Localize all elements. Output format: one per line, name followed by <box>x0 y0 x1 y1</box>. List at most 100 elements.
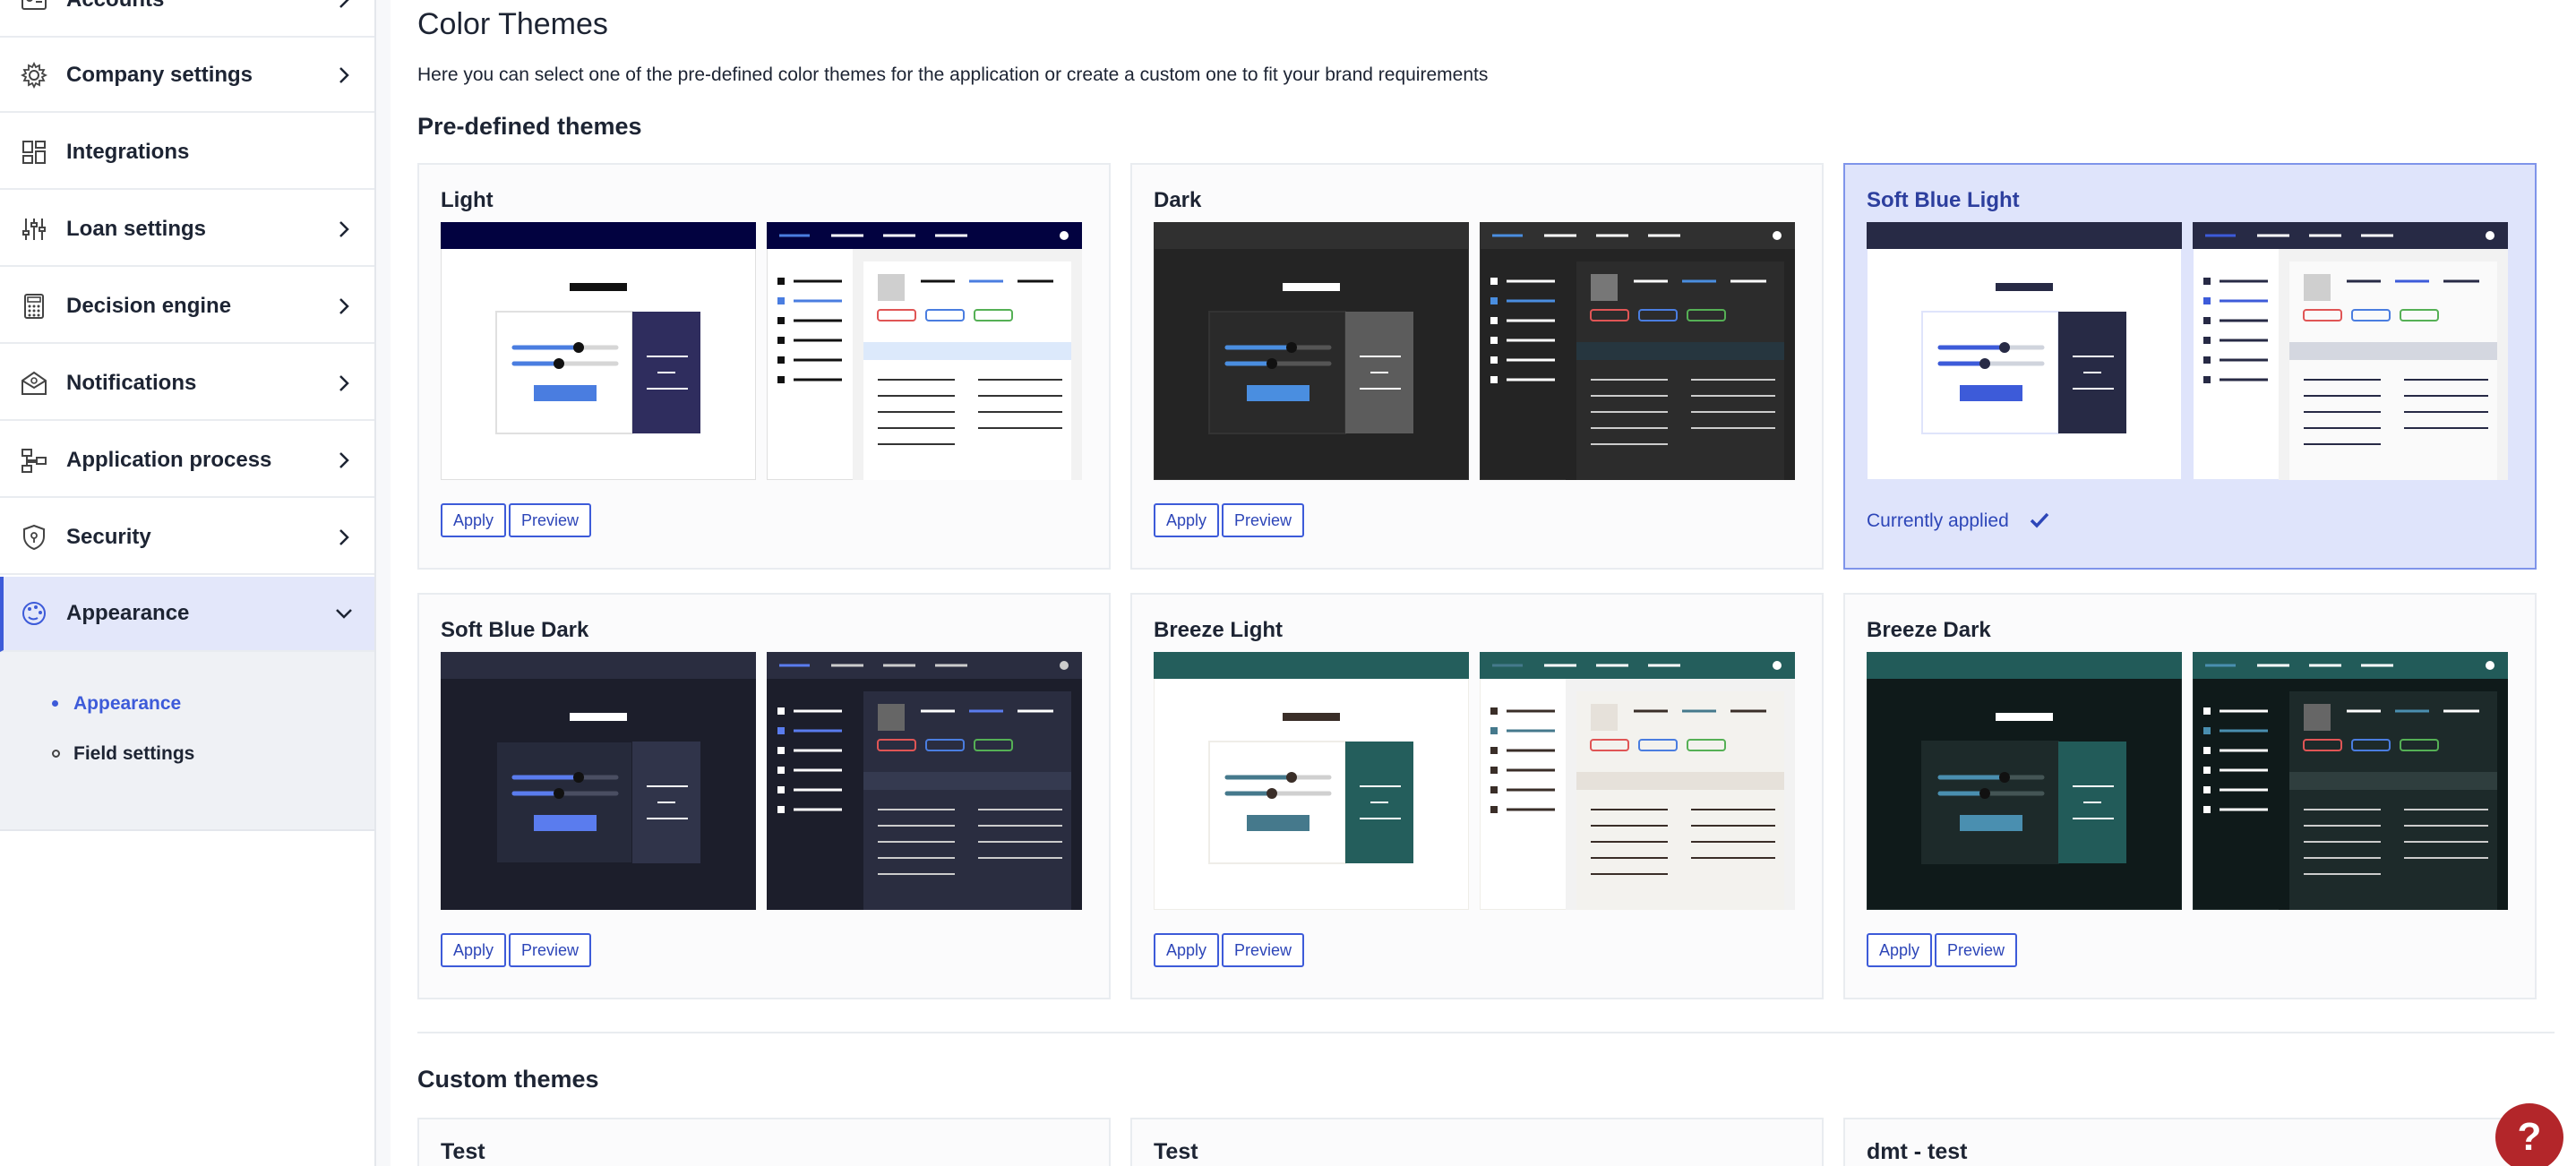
theme-preview-form <box>1154 652 1469 910</box>
envelope-icon <box>21 371 47 395</box>
theme-preview-form <box>1154 222 1469 480</box>
theme-name: Dark <box>1154 188 1202 212</box>
form-preview-illustration <box>441 222 756 480</box>
preview-button[interactable]: Preview <box>1935 933 2018 967</box>
sidebar-item-decision-engine[interactable]: Decision engine <box>0 270 374 344</box>
theme-preview-form <box>1867 652 2182 910</box>
theme-preview-form <box>441 652 756 910</box>
sidebar-item-label: Security <box>66 525 151 549</box>
sidebar-item-accounts[interactable]: Accounts <box>0 0 374 38</box>
theme-name: Breeze Dark <box>1867 618 1991 642</box>
id-card-icon <box>21 0 47 10</box>
custom-themes-title: Custom themes <box>417 1066 599 1093</box>
apply-button[interactable]: Apply <box>441 933 507 967</box>
theme-preview-dashboard <box>2193 222 2508 480</box>
preview-button[interactable]: Preview <box>1222 933 1305 967</box>
preview-button[interactable]: Preview <box>509 503 592 537</box>
main-content: Color Themes Here you can select one of … <box>391 0 2576 1166</box>
dashboard-preview-illustration <box>2193 652 2508 910</box>
chevron-right-icon <box>339 221 349 237</box>
theme-preview-dashboard <box>1480 652 1795 910</box>
subnav-item-label: Field settings <box>73 743 195 764</box>
sidebar-item-label: Notifications <box>66 371 197 395</box>
theme-card-breeze-light: Breeze Light Apply Preview <box>1130 593 1824 999</box>
dashboard-preview-illustration <box>767 652 1082 910</box>
subnav-item-field-settings[interactable]: Field settings <box>52 743 195 765</box>
sliders-icon <box>22 219 46 240</box>
theme-preview-dashboard <box>1480 222 1795 480</box>
sidebar-item-integrations[interactable]: Integrations <box>0 116 374 190</box>
check-icon <box>2030 512 2049 528</box>
theme-preview-dashboard <box>2193 652 2508 910</box>
form-preview-illustration <box>1867 222 2182 480</box>
sidebar-item-label: Integrations <box>66 140 190 164</box>
sidebar-item-label: Decision engine <box>66 294 232 318</box>
form-preview-illustration <box>1154 222 1469 480</box>
custom-theme-card: Test <box>417 1118 1111 1166</box>
dashboard-preview-illustration <box>1480 652 1795 910</box>
chevron-down-icon <box>336 609 352 619</box>
chevron-right-icon <box>339 67 349 83</box>
preview-button[interactable]: Preview <box>509 933 592 967</box>
theme-preview-form <box>441 222 756 480</box>
theme-name: Test <box>441 1139 485 1164</box>
theme-card-soft-blue-dark: Soft Blue Dark Apply Preview <box>417 593 1111 999</box>
theme-name: Breeze Light <box>1154 618 1284 642</box>
apply-button[interactable]: Apply <box>1154 503 1220 537</box>
chevron-right-icon <box>339 0 349 8</box>
shield-icon <box>23 524 45 551</box>
palette-icon <box>22 602 46 625</box>
theme-name: Soft Blue Dark <box>441 618 589 642</box>
custom-theme-card: dmt - test <box>1843 1118 2537 1166</box>
section-divider <box>417 1032 2555 1033</box>
sidebar-item-appearance[interactable]: Appearance <box>0 577 374 652</box>
chevron-right-icon <box>339 375 349 391</box>
sidebar-item-label: Appearance <box>66 601 190 625</box>
sidebar-item-company-settings[interactable]: Company settings <box>0 39 374 113</box>
subnav-item-appearance[interactable]: Appearance <box>52 693 182 715</box>
sidebar-subnav: Appearance Field settings <box>0 652 374 831</box>
sidebar-item-notifications[interactable]: Notifications <box>0 347 374 421</box>
custom-theme-card: Test <box>1130 1118 1824 1166</box>
subnav-item-label: Appearance <box>73 693 182 714</box>
sidebar-item-application-process[interactable]: Application process <box>0 424 374 498</box>
dashboard-preview-illustration <box>767 222 1082 480</box>
page-description: Here you can select one of the pre-defin… <box>417 64 1489 85</box>
chevron-right-icon <box>339 298 349 314</box>
form-preview-illustration <box>1867 652 2182 910</box>
grid-icon <box>22 141 46 164</box>
calculator-icon <box>24 294 44 319</box>
sidebar-item-label: Loan settings <box>66 217 207 241</box>
apply-button[interactable]: Apply <box>441 503 507 537</box>
form-preview-illustration <box>441 652 756 910</box>
theme-card-light: Light Apply Preview <box>417 163 1111 570</box>
help-button[interactable]: ? <box>2495 1103 2563 1166</box>
theme-card-dark: Dark Apply Preview <box>1130 163 1824 570</box>
dashboard-preview-illustration <box>2193 222 2508 480</box>
sidebar-item-security[interactable]: Security <box>0 502 374 575</box>
theme-preview-form <box>1867 222 2182 480</box>
workflow-icon <box>21 449 47 473</box>
theme-preview-dashboard <box>767 222 1082 480</box>
theme-card-breeze-dark: Breeze Dark Apply Preview <box>1843 593 2537 999</box>
preview-button[interactable]: Preview <box>1222 503 1305 537</box>
apply-button[interactable]: Apply <box>1867 933 1933 967</box>
form-preview-illustration <box>1154 652 1469 910</box>
theme-name: Soft Blue Light <box>1867 188 2020 212</box>
theme-name: Test <box>1154 1139 1198 1164</box>
sidebar-item-label: Application process <box>66 448 272 472</box>
bullet-icon <box>52 750 60 758</box>
sidebar: Accounts Company settings Integrations L… <box>0 0 376 1166</box>
theme-card-soft-blue-light: Soft Blue Light Currently applied <box>1843 163 2537 570</box>
theme-preview-dashboard <box>767 652 1082 910</box>
gear-icon <box>20 61 48 90</box>
sidebar-item-label: Accounts <box>66 0 164 13</box>
chevron-right-icon <box>339 529 349 545</box>
bullet-icon <box>52 700 58 707</box>
dashboard-preview-illustration <box>1480 222 1795 480</box>
theme-name: dmt - test <box>1867 1139 1968 1164</box>
apply-button[interactable]: Apply <box>1154 933 1220 967</box>
sidebar-item-loan-settings[interactable]: Loan settings <box>0 193 374 267</box>
page-title: Color Themes <box>417 7 608 41</box>
theme-name: Light <box>441 188 494 212</box>
